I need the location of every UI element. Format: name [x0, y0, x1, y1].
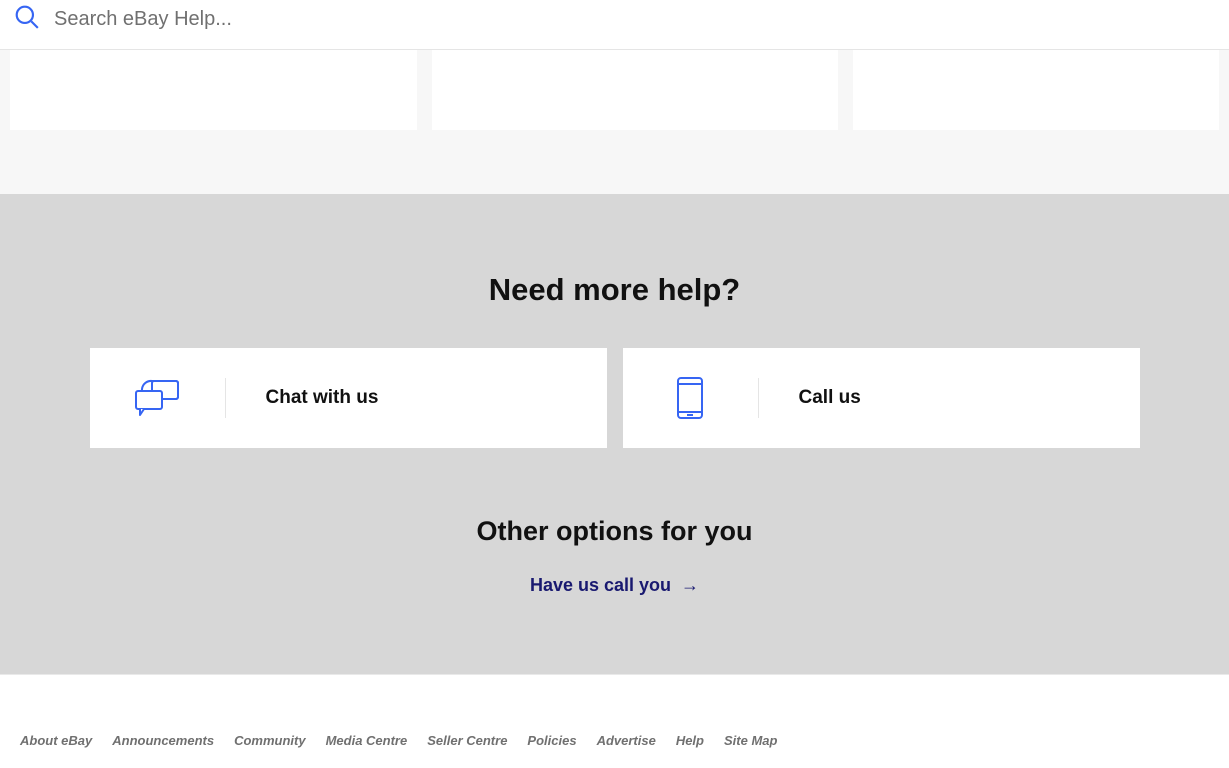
content-card[interactable]: [432, 50, 839, 130]
search-input[interactable]: [54, 8, 1215, 31]
content-card[interactable]: [10, 50, 417, 130]
search-icon: [14, 4, 40, 35]
footer: About eBay Announcements Community Media…: [0, 674, 1229, 768]
call-us-card[interactable]: Call us: [623, 348, 1140, 448]
have-us-call-you-link[interactable]: Have us call you →: [530, 575, 699, 596]
phone-icon: [623, 376, 758, 420]
arrow-right-icon: →: [681, 575, 699, 596]
content-card[interactable]: [853, 50, 1219, 130]
footer-link-about[interactable]: About eBay: [20, 733, 92, 748]
help-section: Need more help? Chat with us: [0, 194, 1229, 674]
have-us-call-you-label: Have us call you: [530, 575, 671, 596]
footer-link-announcements[interactable]: Announcements: [112, 733, 214, 748]
cards-row: [10, 50, 1219, 130]
footer-link-advertise[interactable]: Advertise: [597, 733, 656, 748]
footer-link-community[interactable]: Community: [234, 733, 306, 748]
footer-link-help[interactable]: Help: [676, 733, 704, 748]
chat-with-us-label: Chat with us: [226, 387, 379, 409]
footer-link-media-centre[interactable]: Media Centre: [326, 733, 408, 748]
chat-icon: [90, 378, 225, 418]
other-options-heading: Other options for you: [0, 516, 1229, 547]
footer-link-policies[interactable]: Policies: [527, 733, 576, 748]
chat-with-us-card[interactable]: Chat with us: [90, 348, 607, 448]
cards-section: [0, 50, 1229, 194]
footer-links: About eBay Announcements Community Media…: [20, 733, 1209, 748]
need-more-help-heading: Need more help?: [0, 272, 1229, 308]
footer-link-seller-centre[interactable]: Seller Centre: [427, 733, 507, 748]
search-bar: [0, 0, 1229, 50]
footer-link-site-map[interactable]: Site Map: [724, 733, 777, 748]
call-us-label: Call us: [759, 387, 861, 409]
help-cards: Chat with us Call us: [90, 348, 1140, 448]
